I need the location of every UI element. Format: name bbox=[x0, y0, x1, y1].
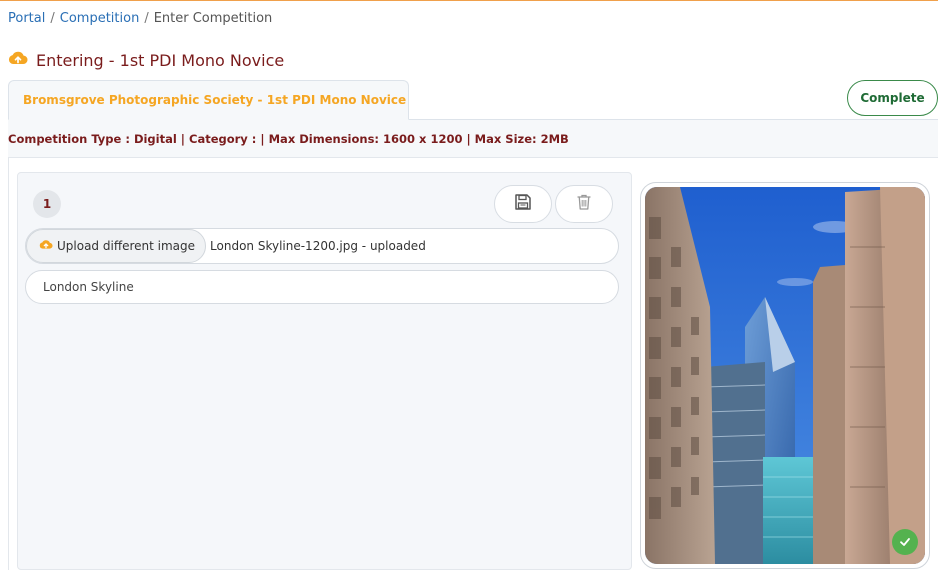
floppy-disk-icon bbox=[514, 193, 532, 215]
trash-icon bbox=[575, 193, 593, 215]
upload-different-image-button[interactable]: Upload different image bbox=[26, 229, 207, 263]
image-title-input[interactable] bbox=[25, 270, 619, 304]
breadcrumb-link-portal[interactable]: Portal bbox=[8, 11, 45, 26]
page-heading: Entering - 1st PDI Mono Novice bbox=[8, 50, 284, 70]
upload-field: Upload different image London Skyline-12… bbox=[25, 228, 619, 264]
breadcrumb-link-competition[interactable]: Competition bbox=[60, 11, 140, 26]
breadcrumb: Portal / Competition / Enter Competition bbox=[8, 11, 272, 26]
uploaded-photo-thumbnail bbox=[645, 187, 925, 564]
check-circle-icon bbox=[892, 529, 918, 555]
entry-card: 1 Upload different image London Skyline-… bbox=[17, 172, 632, 570]
cloud-upload-icon bbox=[8, 50, 28, 70]
save-button[interactable] bbox=[494, 185, 552, 223]
top-accent-line bbox=[0, 0, 938, 1]
tab-competition[interactable]: Bromsgrove Photographic Society - 1st PD… bbox=[8, 80, 409, 120]
tab-label: Bromsgrove Photographic Society - 1st PD… bbox=[23, 93, 407, 107]
image-preview bbox=[640, 182, 930, 569]
entry-number-badge: 1 bbox=[33, 190, 61, 218]
content-left-border bbox=[8, 158, 9, 570]
upload-status-text: London Skyline-1200.jpg - uploaded bbox=[210, 239, 426, 253]
competition-info-text: Competition Type : Digital | Category : … bbox=[8, 131, 569, 146]
delete-button[interactable] bbox=[555, 185, 613, 223]
cloud-upload-icon bbox=[39, 239, 53, 253]
complete-button[interactable]: Complete bbox=[847, 80, 938, 116]
upload-button-label: Upload different image bbox=[57, 239, 196, 253]
breadcrumb-separator: / bbox=[144, 11, 149, 26]
competition-info-bar: Competition Type : Digital | Category : … bbox=[8, 120, 938, 158]
breadcrumb-current: Enter Competition bbox=[153, 11, 273, 26]
breadcrumb-separator: / bbox=[50, 11, 55, 26]
page-title: Entering - 1st PDI Mono Novice bbox=[36, 50, 285, 70]
